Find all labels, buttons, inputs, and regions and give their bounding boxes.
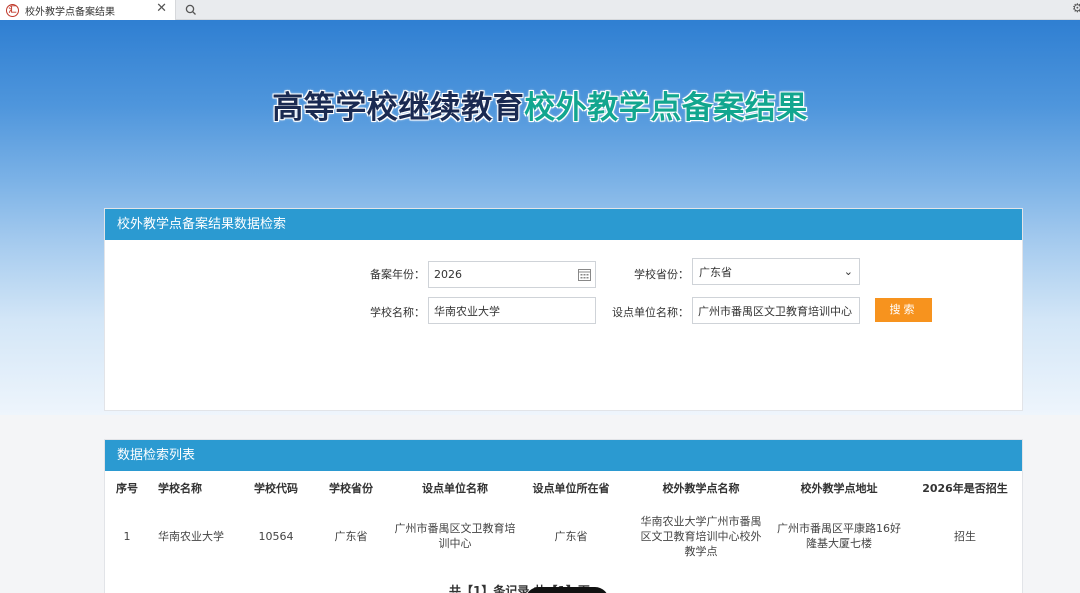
- unit-label: 设点单位名称：: [612, 306, 689, 319]
- column-header: 学校省份: [329, 481, 373, 495]
- school-label: 学校名称：: [370, 306, 425, 319]
- province-value: 广东省: [699, 265, 732, 279]
- search-panel: 校外教学点备案结果数据检索 备案年份： 2026 学校省份： 广东省 ⌄ 学校名…: [104, 208, 1023, 411]
- province-select[interactable]: 广东省 ⌄: [692, 258, 860, 285]
- cell-enrolling: 招生: [954, 529, 976, 543]
- year-field[interactable]: 2026: [428, 261, 596, 288]
- chevron-down-icon: ⌄: [843, 265, 853, 278]
- search-button[interactable]: 搜索: [875, 298, 932, 322]
- cell-index: 1: [123, 529, 131, 543]
- search-panel-header: 校外教学点备案结果数据检索: [105, 209, 1022, 240]
- browser-tab-strip: 汇 校外教学点备案结果 ✕ ⚙: [0, 0, 1080, 20]
- cell-school-name: 华南农业大学: [158, 529, 224, 543]
- tab-title: 校外教学点备案结果: [25, 6, 115, 18]
- column-header: 设点单位所在省: [532, 481, 610, 495]
- year-value: 2026: [434, 268, 462, 281]
- page-title-part1: 高等学校继续教育: [272, 90, 525, 126]
- cell-unit-name: 广州市番禺区文卫教育培训中心: [394, 522, 516, 550]
- cell-site-name: 华南农业大学广州市番禺区文卫教育培训中心校外教学点: [640, 514, 762, 558]
- browser-menu-icon[interactable]: ⚙: [1072, 1, 1080, 17]
- overlay-shape: [525, 587, 609, 593]
- column-header: 设点单位名称: [422, 481, 488, 495]
- search-icon[interactable]: [182, 1, 200, 19]
- province-label: 学校省份：: [634, 268, 689, 281]
- cell-unit-province: 广东省: [554, 529, 588, 543]
- cell-school-code: 10564: [258, 529, 294, 543]
- site-favicon-icon: 汇: [6, 3, 19, 17]
- result-panel: 数据检索列表 序号 学校名称 学校代码 学校省份 设点单位名称 设点单位所在省 …: [104, 439, 1023, 593]
- column-header: 2026年是否招生: [922, 481, 1008, 495]
- page-title-part2: 校外教学点备案结果: [524, 90, 808, 126]
- result-panel-header: 数据检索列表: [105, 440, 1022, 471]
- column-header: 校外教学点名称: [662, 481, 740, 495]
- table-header-row: 序号 学校名称 学校代码 学校省份 设点单位名称 设点单位所在省 校外教学点名称…: [105, 471, 1024, 504]
- school-name-input[interactable]: [428, 297, 596, 324]
- browser-tab[interactable]: 汇 校外教学点备案结果 ✕: [0, 0, 176, 20]
- column-header: 学校名称: [158, 481, 202, 495]
- unit-name-input[interactable]: [692, 297, 860, 324]
- column-header: 学校代码: [254, 481, 298, 495]
- column-header: 校外教学点地址: [800, 481, 878, 495]
- cell-school-province: 广东省: [334, 529, 368, 543]
- cell-site-address: 广州市番禺区平康路16好隆基大厦七楼: [777, 522, 901, 550]
- page-title: 高等学校继续教育校外教学点备案结果: [0, 82, 1080, 127]
- close-icon[interactable]: ✕: [156, 2, 167, 16]
- table-row: 1 华南农业大学 10564 广东省 广州市番禺区文卫教育培训中心 广东省 华南…: [105, 504, 1024, 568]
- year-label: 备案年份：: [370, 268, 425, 281]
- column-header: 序号: [116, 481, 138, 495]
- calendar-icon[interactable]: [578, 268, 591, 281]
